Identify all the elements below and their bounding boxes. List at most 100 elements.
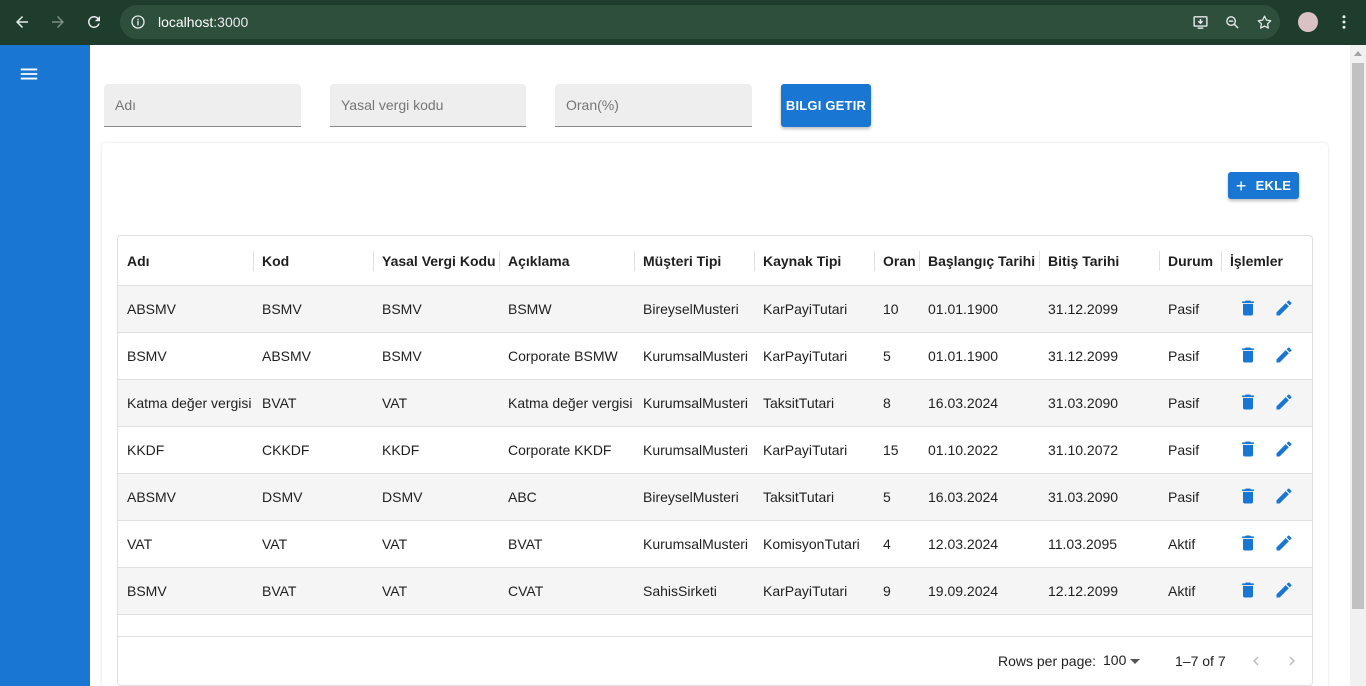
name-filter-input[interactable]	[104, 84, 301, 126]
cell-rate: 5	[883, 348, 891, 364]
rate-filter-field[interactable]	[555, 84, 752, 127]
edit-icon[interactable]	[1273, 485, 1295, 507]
table-row[interactable]: ABSMV BSMV BSMV BSMW BireyselMusteri KarPayiT…	[118, 286, 1312, 333]
column-header-start-date[interactable]: Başlangıç Tarihi	[928, 236, 1035, 286]
column-header-legal-tax-code[interactable]: Yasal Vergi Kodu	[382, 236, 496, 286]
forward-icon[interactable]	[40, 4, 76, 40]
cell-status: Pasif	[1168, 348, 1200, 364]
edit-icon[interactable]	[1273, 579, 1295, 601]
page-scrollbar[interactable]	[1350, 45, 1366, 686]
fetch-info-button[interactable]: BILGI GETIR	[781, 84, 871, 127]
cell-description: BSMW	[508, 301, 552, 317]
cell-end-date: 31.10.2072	[1048, 442, 1119, 458]
delete-icon[interactable]	[1237, 391, 1259, 413]
address-bar[interactable]: localhost:3000	[120, 5, 1280, 39]
column-header-rate[interactable]: Oran	[883, 236, 916, 286]
table-row[interactable]: Katma değer vergisi BVAT VAT Katma değer ve…	[118, 380, 1312, 427]
edit-icon[interactable]	[1273, 344, 1295, 366]
profile-avatar[interactable]	[1298, 12, 1318, 32]
cell-code: BVAT	[262, 395, 297, 411]
cell-code: VAT	[262, 536, 288, 552]
column-separator[interactable]	[1039, 251, 1040, 271]
rate-filter-input[interactable]	[555, 84, 752, 126]
cell-description: Corporate BSMW	[508, 348, 618, 364]
site-info-icon[interactable]	[130, 14, 146, 30]
column-header-customer-type[interactable]: Müşteri Tipi	[643, 236, 721, 286]
column-separator[interactable]	[1159, 251, 1160, 271]
tax-code-filter-field[interactable]	[330, 84, 526, 127]
cell-rate: 5	[883, 489, 891, 505]
cell-status: Pasif	[1168, 301, 1200, 317]
cell-source-type: KarPayiTutari	[763, 583, 848, 599]
bookmark-star-icon[interactable]	[1248, 6, 1280, 38]
edit-icon[interactable]	[1273, 391, 1295, 413]
sidebar	[0, 45, 90, 686]
add-button-label: EKLE	[1255, 178, 1292, 193]
cell-end-date: 31.03.2090	[1048, 489, 1119, 505]
install-app-icon[interactable]	[1184, 6, 1216, 38]
cell-legal-tax-code: VAT	[382, 536, 408, 552]
rows-per-page-dropdown-icon[interactable]	[1130, 659, 1140, 664]
column-separator[interactable]	[634, 251, 635, 271]
cell-code: CKKDF	[262, 442, 310, 458]
column-header-description[interactable]: Açıklama	[508, 236, 569, 286]
hamburger-menu-icon[interactable]	[18, 63, 40, 85]
cell-customer-type: KurumsalMusteri	[643, 348, 749, 364]
cell-start-date: 01.01.1900	[928, 348, 999, 364]
reload-icon[interactable]	[76, 4, 112, 40]
table-row[interactable]: BSMV BVAT VAT CVAT SahisSirketi KarPayiTutari…	[118, 568, 1312, 615]
column-header-end-date[interactable]: Bitiş Tarihi	[1048, 236, 1119, 286]
next-page-icon[interactable]	[1282, 650, 1302, 672]
delete-icon[interactable]	[1237, 438, 1259, 460]
table-row[interactable]: BSMV ABSMV BSMV Corporate BSMW KurumsalMuste…	[118, 333, 1312, 380]
cell-name: KKDF	[127, 442, 165, 458]
column-separator[interactable]	[373, 251, 374, 271]
column-separator[interactable]	[253, 251, 254, 271]
table-row[interactable]: ABSMV DSMV DSMV ABC BireyselMusteri TaksitTut…	[118, 474, 1312, 521]
back-icon[interactable]	[4, 4, 40, 40]
cell-status: Pasif	[1168, 442, 1200, 458]
cell-customer-type: BireyselMusteri	[643, 301, 739, 317]
column-separator[interactable]	[754, 251, 755, 271]
cell-description: Corporate KKDF	[508, 442, 612, 458]
cell-start-date: 01.01.1900	[928, 301, 999, 317]
delete-icon[interactable]	[1237, 485, 1259, 507]
edit-icon[interactable]	[1273, 297, 1295, 319]
column-separator[interactable]	[919, 251, 920, 271]
rows-per-page-select[interactable]: 100	[1103, 652, 1126, 668]
rows-per-page-label: Rows per page:	[998, 653, 1097, 669]
cell-name: ABSMV	[127, 489, 177, 505]
browser-menu-icon[interactable]	[1334, 8, 1354, 36]
cell-rate: 9	[883, 583, 891, 599]
column-separator[interactable]	[499, 251, 500, 271]
cell-code: BSMV	[262, 301, 302, 317]
column-header-code[interactable]: Kod	[262, 236, 289, 286]
edit-icon[interactable]	[1273, 438, 1295, 460]
column-separator[interactable]	[874, 251, 875, 271]
delete-icon[interactable]	[1237, 344, 1259, 366]
table-row[interactable]: VAT VAT VAT BVAT KurumsalMusteri KomisyonTuta…	[118, 521, 1312, 568]
column-header-status[interactable]: Durum	[1168, 236, 1213, 286]
add-button[interactable]: + EKLE	[1228, 172, 1299, 199]
cell-end-date: 31.12.2099	[1048, 301, 1119, 317]
delete-icon[interactable]	[1237, 297, 1259, 319]
cell-customer-type: KurumsalMusteri	[643, 536, 749, 552]
zoom-icon[interactable]	[1216, 6, 1248, 38]
delete-icon[interactable]	[1237, 579, 1259, 601]
column-header-name[interactable]: Adı	[127, 236, 150, 286]
scroll-thumb[interactable]	[1352, 63, 1364, 609]
column-header-source-type[interactable]: Kaynak Tipi	[763, 236, 841, 286]
scroll-up-arrow[interactable]	[1354, 51, 1362, 56]
column-separator[interactable]	[1221, 251, 1222, 271]
tax-table: Adı Kod Yasal Vergi Kodu Açıklama Müşter…	[117, 235, 1313, 686]
cell-rate: 8	[883, 395, 891, 411]
url-text: localhost:3000	[158, 14, 249, 30]
cell-source-type: TaksitTutari	[763, 395, 835, 411]
tax-code-filter-input[interactable]	[330, 84, 526, 126]
table-row[interactable]: KKDF CKKDF KKDF Corporate KKDF KurumsalMuste…	[118, 427, 1312, 474]
previous-page-icon[interactable]	[1246, 650, 1266, 672]
delete-icon[interactable]	[1237, 532, 1259, 554]
cell-customer-type: KurumsalMusteri	[643, 395, 749, 411]
edit-icon[interactable]	[1273, 532, 1295, 554]
name-filter-field[interactable]	[104, 84, 301, 127]
